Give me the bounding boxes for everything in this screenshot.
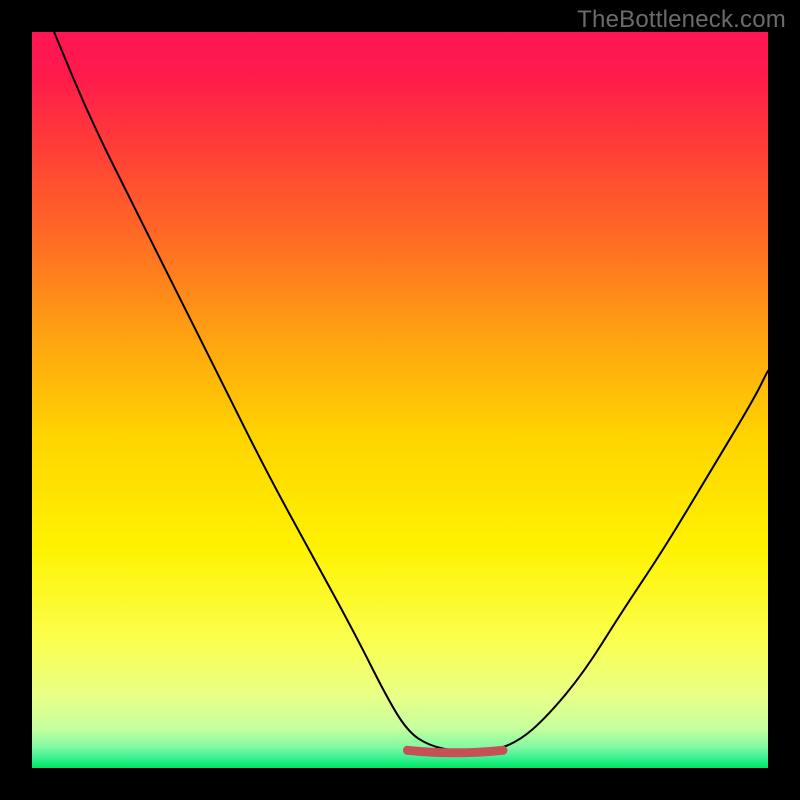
bottleneck-curve-path [54,32,768,752]
curve-layer [32,32,768,768]
trough-marker [407,750,503,753]
plot-area [32,32,768,768]
chart-frame: TheBottleneck.com [0,0,800,800]
watermark-text: TheBottleneck.com [577,6,786,34]
